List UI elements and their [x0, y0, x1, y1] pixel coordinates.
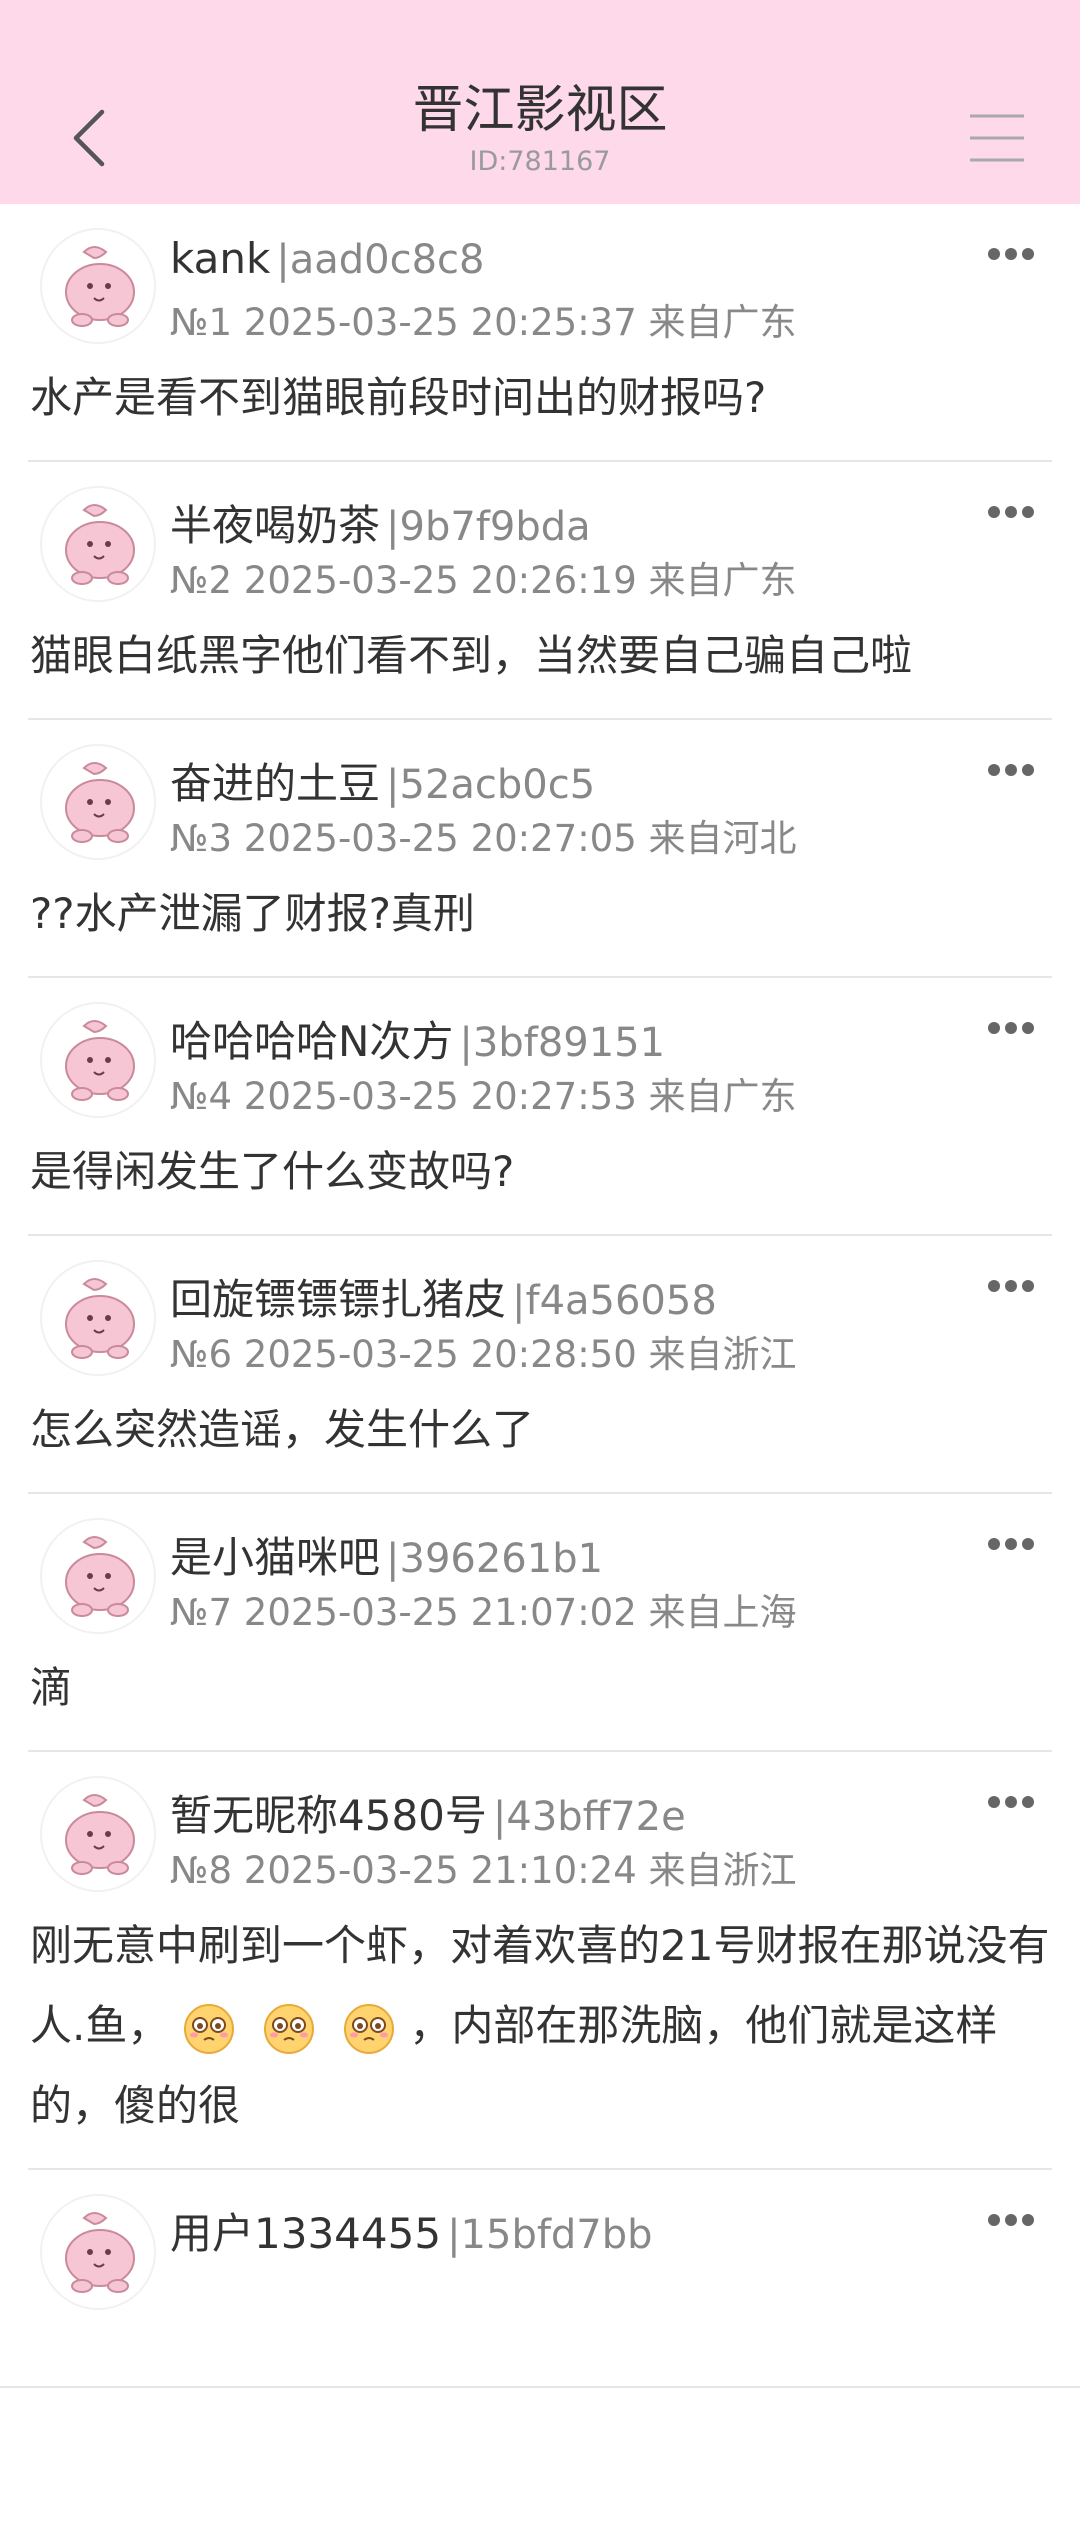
post-list[interactable]: kank |aad0c8c8 №1 2025-03-25 20:25:37 来自广… [0, 204, 1080, 2386]
username[interactable]: kank [170, 234, 270, 283]
pink-creature-avatar-icon [65, 1794, 135, 1875]
user-hash: |396261b1 [386, 1536, 604, 1582]
pleading-face-emoji-icon [264, 2003, 315, 2054]
pink-creature-avatar-icon [65, 762, 135, 843]
pink-creature-avatar-icon [65, 1278, 135, 1359]
bottom-bar [0, 2386, 1080, 2522]
post-time: 2025-03-25 20:28:50 [243, 1333, 637, 1376]
top-bar: 晋江影视区 ID:781167 [0, 0, 1080, 204]
username[interactable]: 暂无昵称4580号 [170, 1791, 487, 1840]
post-item[interactable]: 回旋镖镖镖扎猪皮 |f4a56058 №6 2025-03-25 20:28:50… [28, 1236, 1052, 1494]
hamburger-menu-icon [970, 114, 1024, 162]
more-icon[interactable] [988, 248, 1034, 262]
floor-number: №7 [170, 1591, 233, 1634]
user-hash: |15bfd7bb [447, 2212, 653, 2258]
user-hash: |f4a56058 [512, 1278, 717, 1324]
more-icon[interactable] [988, 1280, 1034, 1294]
post-location: 来自广东 [648, 301, 797, 344]
user-hash: |3bf89151 [459, 1020, 666, 1066]
username[interactable]: 哈哈哈哈N次方 [170, 1017, 453, 1066]
avatar[interactable] [40, 2194, 156, 2310]
post-location: 来自河北 [648, 817, 797, 860]
pink-creature-avatar-icon [65, 1020, 135, 1101]
username[interactable]: 奋进的土豆 [170, 759, 380, 808]
floor-number: №2 [170, 559, 233, 602]
more-icon[interactable] [988, 506, 1034, 520]
pink-creature-avatar-icon [65, 504, 135, 585]
more-icon[interactable] [988, 2214, 1034, 2228]
avatar[interactable] [40, 1776, 156, 1892]
username[interactable]: 回旋镖镖镖扎猪皮 [170, 1275, 506, 1324]
user-hash: |52acb0c5 [386, 762, 596, 808]
more-icon[interactable] [988, 1796, 1034, 1810]
page-title: 晋江影视区 [412, 81, 668, 140]
post-item[interactable]: 是小猫咪吧 |396261b1 №7 2025-03-25 21:07:02 来自… [28, 1494, 1052, 1752]
post-location: 来自广东 [648, 559, 797, 602]
more-icon[interactable] [988, 1022, 1034, 1036]
floor-number: №3 [170, 817, 233, 860]
post-time: 2025-03-25 20:25:37 [243, 301, 637, 344]
post-time: 2025-03-25 21:10:24 [243, 1849, 637, 1892]
more-icon[interactable] [988, 764, 1034, 778]
post-text-part: ，内部在那洗脑，他们就是这样的，傻的很 [30, 2001, 998, 2130]
user-hash: |43bff72e [492, 1794, 686, 1840]
board-id: ID:781167 [469, 146, 611, 177]
pink-creature-avatar-icon [65, 2212, 135, 2293]
avatar[interactable] [40, 486, 156, 602]
menu-button[interactable] [960, 110, 1030, 166]
post-time: 2025-03-25 21:07:02 [243, 1591, 637, 1634]
post-item[interactable]: 半夜喝奶茶 |9b7f9bda №2 2025-03-25 20:26:19 来自… [28, 462, 1052, 720]
floor-number: №4 [170, 1075, 233, 1118]
pleading-face-emoji-icon [344, 2003, 395, 2054]
pleading-face-emoji-icon [184, 2003, 235, 2054]
more-icon[interactable] [988, 1538, 1034, 1552]
avatar[interactable] [40, 228, 156, 344]
post-location: 来自上海 [648, 1591, 797, 1634]
post-location: 来自浙江 [648, 1849, 797, 1892]
post-item[interactable]: 用户1334455 |15bfd7bb [28, 2170, 1052, 2370]
username[interactable]: 用户1334455 [170, 2209, 441, 2258]
pink-creature-avatar-icon [65, 1536, 135, 1617]
floor-number: №8 [170, 1849, 233, 1892]
avatar[interactable] [40, 1260, 156, 1376]
avatar[interactable] [40, 1518, 156, 1634]
username[interactable]: 半夜喝奶茶 [170, 501, 380, 550]
post-location: 来自浙江 [648, 1333, 797, 1376]
username[interactable]: 是小猫咪吧 [170, 1533, 380, 1582]
avatar[interactable] [40, 1002, 156, 1118]
user-hash: |9b7f9bda [386, 504, 591, 550]
post-time: 2025-03-25 20:27:53 [243, 1075, 637, 1118]
user-hash: |aad0c8c8 [276, 237, 485, 283]
post-location: 来自广东 [648, 1075, 797, 1118]
post-time: 2025-03-25 20:26:19 [243, 559, 637, 602]
floor-number: №1 [170, 301, 233, 344]
pink-creature-avatar-icon [65, 246, 135, 327]
post-item[interactable]: kank |aad0c8c8 №1 2025-03-25 20:25:37 来自广… [28, 204, 1052, 462]
avatar[interactable] [40, 744, 156, 860]
post-time: 2025-03-25 20:27:05 [243, 817, 637, 860]
post-item[interactable]: 哈哈哈哈N次方 |3bf89151 №4 2025-03-25 20:27:53 … [28, 978, 1052, 1236]
floor-number: №6 [170, 1333, 233, 1376]
post-item[interactable]: 暂无昵称4580号 |43bff72e №8 2025-03-25 21:10:2… [28, 1752, 1052, 2170]
post-item[interactable]: 奋进的土豆 |52acb0c5 №3 2025-03-25 20:27:05 来自… [28, 720, 1052, 978]
